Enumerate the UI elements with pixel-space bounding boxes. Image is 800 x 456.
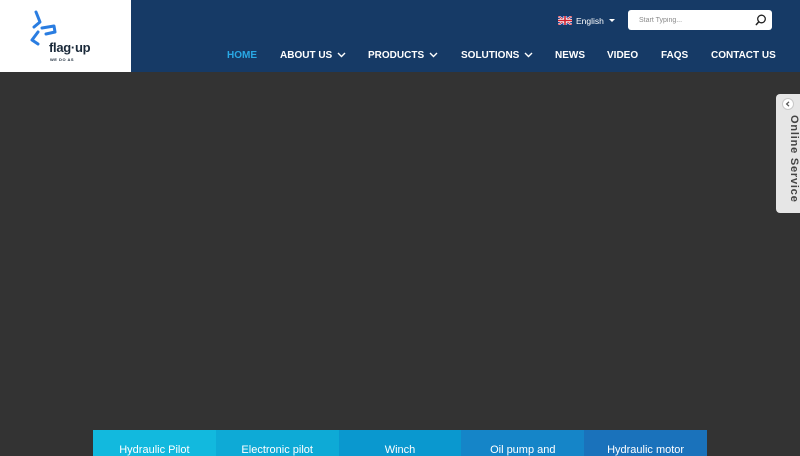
caret-down-icon xyxy=(608,19,615,22)
nav-label: FAQS xyxy=(661,49,689,61)
search-icon[interactable] xyxy=(755,14,767,26)
nav-label: PRODUCTS xyxy=(368,49,425,61)
chevron-left-icon xyxy=(785,101,790,107)
nav-label: NEWS xyxy=(555,49,585,61)
nav-solutions[interactable]: SOLUTIONS xyxy=(461,47,533,63)
category-tab[interactable]: Electronic pilot xyxy=(215,430,339,456)
nav-faqs[interactable]: FAQS xyxy=(661,47,688,63)
nav-video[interactable]: VIDEO xyxy=(607,47,638,63)
search-box xyxy=(628,10,772,30)
hero-banner xyxy=(0,72,800,450)
online-service-label: Online Service xyxy=(788,115,800,203)
category-bar: Hydraulic Pilot Electronic pilot Winch O… xyxy=(93,430,707,456)
nav-label: CONTACT US xyxy=(711,49,776,61)
nav-news[interactable]: NEWS xyxy=(555,47,585,63)
nav-label: VIDEO xyxy=(607,49,639,61)
category-tab[interactable]: Hydraulic Pilot xyxy=(93,430,216,456)
nav-contact-us[interactable]: CONTACT US xyxy=(711,47,776,63)
nav-about-us[interactable]: ABOUT US xyxy=(280,47,346,63)
nav-label: ABOUT US xyxy=(280,49,333,61)
chevron-down-icon xyxy=(337,52,346,58)
category-tab[interactable]: Winch xyxy=(338,430,462,456)
chevron-down-icon xyxy=(429,52,438,58)
chevron-down-icon xyxy=(524,52,533,58)
nav-home[interactable]: HOME xyxy=(227,47,257,63)
category-tab[interactable]: Oil pump and xyxy=(461,430,585,456)
category-tab[interactable]: Hydraulic motor xyxy=(584,430,707,456)
nav-label: HOME xyxy=(227,49,257,61)
language-selector[interactable]: English xyxy=(558,14,615,27)
search-input[interactable] xyxy=(639,16,749,24)
nav-products[interactable]: PRODUCTS xyxy=(368,47,438,63)
main-nav: HOME ABOUT US PRODUCTS SOLUTIONS NEWS VI… xyxy=(0,47,800,63)
site-header: flag·up WE DO AS English HOME ABOUT US xyxy=(0,0,800,72)
nav-label: SOLUTIONS xyxy=(461,49,520,61)
uk-flag-icon xyxy=(558,16,572,25)
side-toggle-button[interactable] xyxy=(782,98,794,110)
language-label: English xyxy=(576,15,604,26)
online-service-tab[interactable]: Online Service xyxy=(776,94,800,213)
